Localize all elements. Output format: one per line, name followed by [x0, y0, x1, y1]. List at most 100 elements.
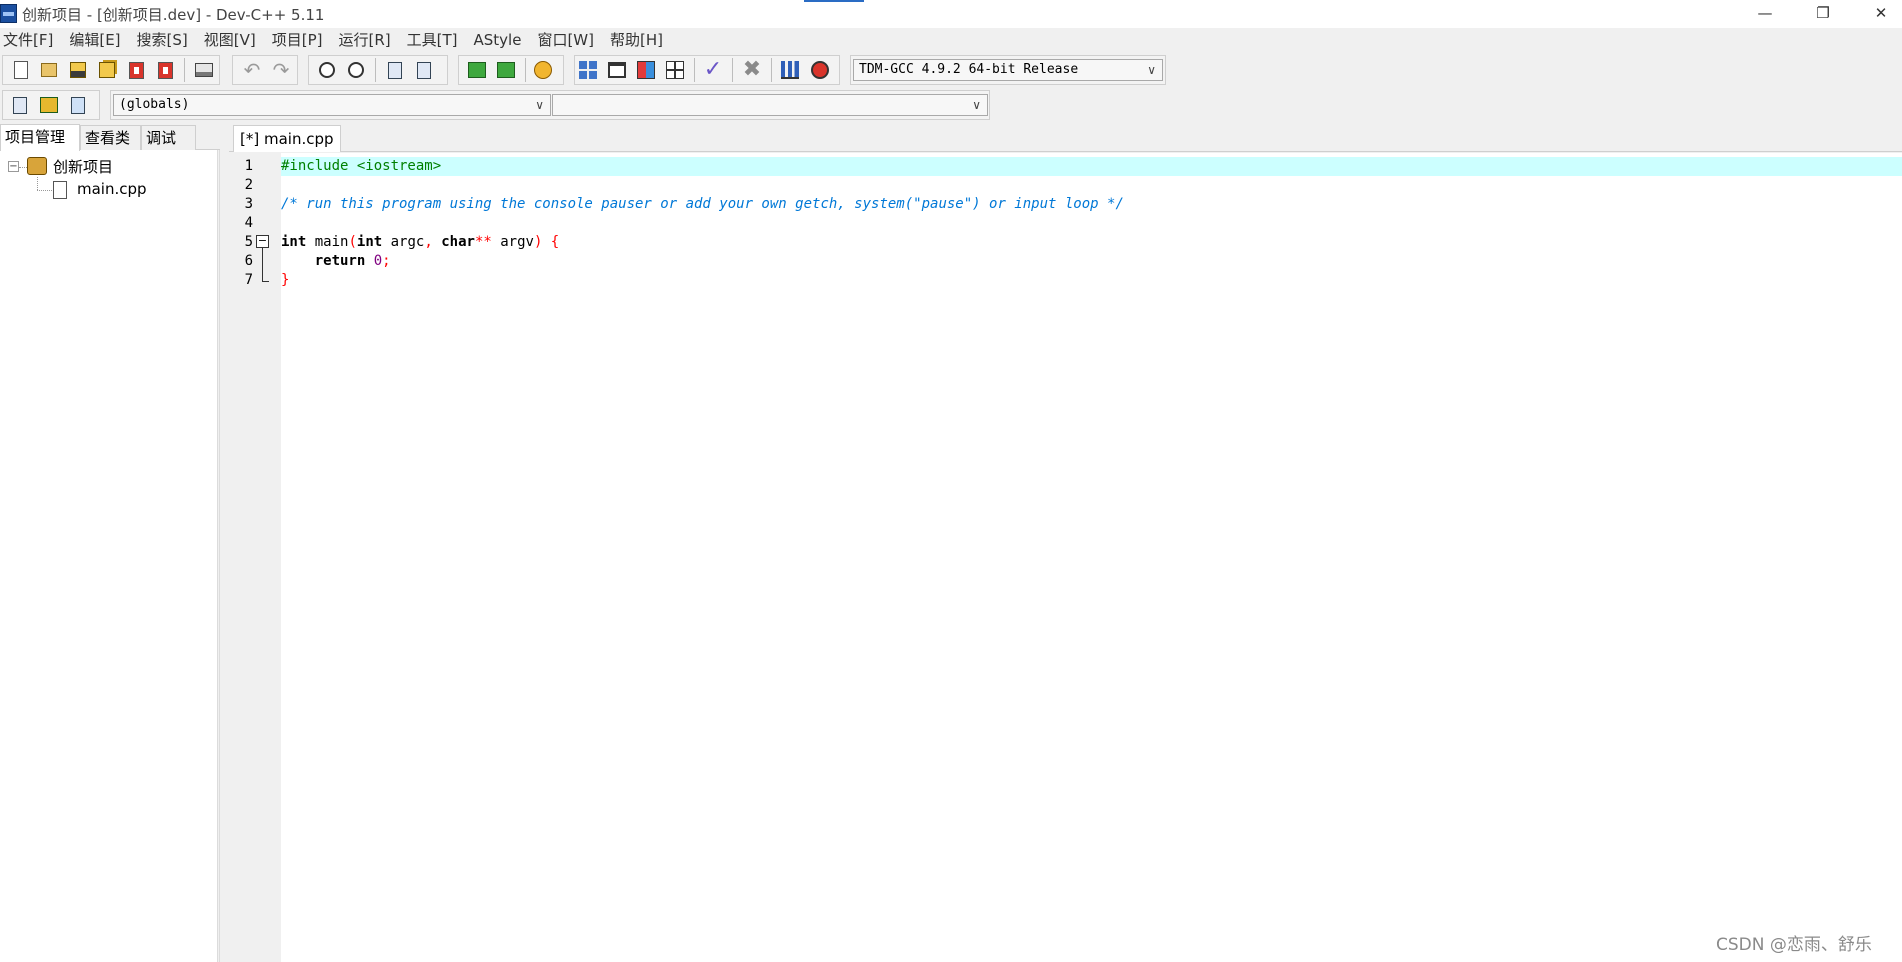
preprocessor-directive: #include <iostream>	[281, 158, 442, 174]
find-button[interactable]	[316, 59, 338, 81]
close-all-button[interactable]	[154, 59, 176, 81]
keyword: int	[356, 234, 383, 250]
syntax-check-button[interactable]: ✓	[702, 59, 724, 81]
bookmark-icon	[417, 61, 431, 79]
scope-select[interactable]: (globals) ∨	[113, 94, 551, 116]
checkmark-icon: ✓	[703, 57, 723, 82]
save-button[interactable]	[67, 59, 89, 81]
code-comment: /* run this program using the console pa…	[281, 196, 1124, 212]
close-all-icon	[157, 61, 173, 79]
devcpp-app-icon[interactable]	[0, 4, 17, 23]
tab-debug[interactable]: 调试	[141, 125, 196, 150]
project-options-button[interactable]	[532, 59, 554, 81]
goto-line-button[interactable]	[384, 59, 406, 81]
tab-class-browser[interactable]: 查看类	[80, 125, 141, 150]
identifier: argc	[382, 234, 425, 250]
add-to-project-icon	[468, 62, 486, 78]
code-line-5: int main(int argc, char** argv) {	[281, 233, 1902, 252]
menu-file[interactable]: 文件[F]	[0, 28, 59, 52]
insert-button[interactable]	[9, 94, 31, 116]
tree-file-main-cpp[interactable]: main.cpp	[77, 180, 147, 198]
close-file-button[interactable]	[125, 59, 147, 81]
line-number: 4	[244, 215, 253, 231]
tab-project-manager[interactable]: 项目管理	[0, 124, 80, 151]
compile-run-button[interactable]	[635, 59, 657, 81]
project-options-icon	[534, 61, 552, 79]
fold-guide	[262, 248, 263, 281]
print-button[interactable]	[193, 59, 215, 81]
line-number: 7	[244, 272, 253, 288]
menu-help[interactable]: 帮助[H]	[607, 28, 669, 52]
panel-splitter[interactable]	[219, 150, 229, 962]
goto-line-icon	[388, 61, 402, 79]
maximize-button[interactable]: ❐	[1794, 0, 1852, 28]
stop-execution-button[interactable]: ✖	[741, 59, 763, 81]
toggle-bookmark-button[interactable]	[413, 59, 435, 81]
save-all-button[interactable]	[96, 59, 118, 81]
run-button[interactable]	[606, 59, 628, 81]
title-bar: 创新项目 - [创新项目.dev] - Dev-C++ 5.11 — ❐ ✕	[0, 0, 1902, 28]
fold-collapse-icon[interactable]: −	[256, 235, 269, 248]
menu-edit[interactable]: 编辑[E]	[66, 28, 126, 52]
code-line-3: /* run this program using the console pa…	[281, 195, 1902, 214]
close-button[interactable]: ✕	[1852, 0, 1902, 28]
window-title: 创新项目 - [创新项目.dev] - Dev-C++ 5.11	[22, 6, 325, 24]
scope-select-value: (globals)	[119, 97, 190, 112]
symbol: (	[348, 234, 357, 250]
bookmark-button[interactable]	[67, 94, 89, 116]
member-select[interactable]: ∨	[552, 94, 988, 116]
toggle-comment-button[interactable]	[38, 94, 60, 116]
tree-project-node[interactable]: 创新项目	[53, 156, 113, 177]
remove-from-project-icon	[497, 62, 515, 78]
cpp-file-icon	[53, 181, 67, 199]
menu-astyle[interactable]: AStyle	[471, 28, 528, 52]
keyword: return	[314, 253, 366, 269]
fold-guide-end	[262, 281, 269, 282]
minimize-button[interactable]: —	[1736, 0, 1794, 28]
replace-icon	[348, 62, 364, 78]
remove-from-project-button[interactable]	[495, 59, 517, 81]
compiler-select[interactable]: TDM-GCC 4.9.2 64-bit Release ∨	[853, 59, 1163, 81]
run-icon	[608, 62, 626, 78]
compile-run-icon	[637, 61, 655, 79]
symbol: ;	[382, 253, 391, 269]
toolbar-separator	[694, 58, 695, 82]
compile-button[interactable]	[577, 59, 599, 81]
profile-button[interactable]	[779, 59, 801, 81]
toolbar-separator	[732, 58, 733, 82]
line-number: 3	[244, 196, 253, 212]
redo-icon: ↷	[272, 58, 290, 82]
symbol: }	[281, 272, 290, 288]
chevron-down-icon: ∨	[535, 98, 544, 112]
new-file-icon	[14, 61, 28, 79]
project-icon	[27, 157, 47, 175]
undo-button[interactable]: ↶	[241, 59, 263, 81]
rebuild-all-button[interactable]	[664, 59, 686, 81]
menu-project[interactable]: 项目[P]	[269, 28, 329, 52]
menu-run[interactable]: 运行[R]	[335, 28, 396, 52]
tree-connector	[19, 167, 27, 168]
replace-button[interactable]	[345, 59, 367, 81]
open-file-button[interactable]	[38, 59, 60, 81]
new-file-button[interactable]	[10, 59, 32, 81]
symbol: ) {	[533, 234, 560, 250]
stop-icon: ✖	[742, 57, 762, 82]
line-number: 2	[244, 177, 253, 193]
delete-profile-button[interactable]	[809, 59, 831, 81]
compiler-select-value: TDM-GCC 4.9.2 64-bit Release	[859, 62, 1079, 77]
menu-tools[interactable]: 工具[T]	[404, 28, 464, 52]
menu-window[interactable]: 窗口[W]	[534, 28, 600, 52]
menu-view[interactable]: 视图[V]	[201, 28, 262, 52]
open-folder-icon	[41, 63, 57, 77]
add-to-project-button[interactable]	[466, 59, 488, 81]
redo-button[interactable]: ↷	[270, 59, 292, 81]
keyword: int	[281, 234, 307, 250]
tree-expander[interactable]: −	[8, 161, 19, 172]
menu-search[interactable]: 搜索[S]	[134, 28, 194, 52]
line-number: 5	[244, 234, 253, 250]
panel-tabs: 项目管理 查看类 调试	[0, 124, 220, 151]
tab-main-cpp[interactable]: [*] main.cpp	[233, 125, 341, 152]
chevron-down-icon: ∨	[972, 98, 981, 112]
code-editor[interactable]: 1 2 3 4 5 6 7 − #include <iostream> /* r…	[229, 153, 1902, 962]
